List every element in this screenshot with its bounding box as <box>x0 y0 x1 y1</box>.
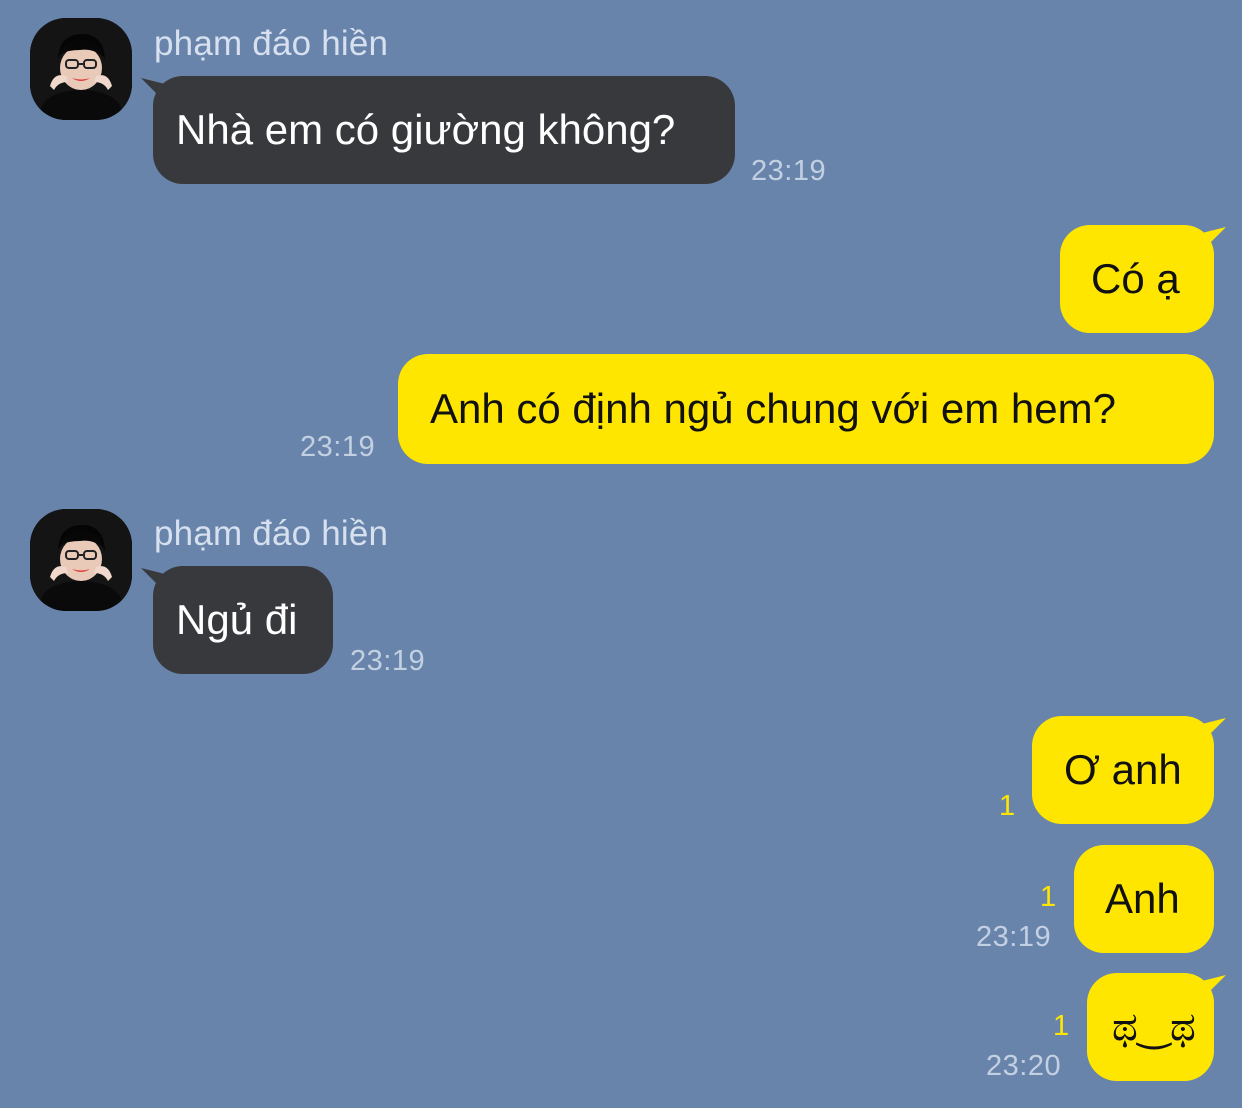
bubble-tail-icon <box>1202 718 1226 742</box>
message-text: ಥ‿ಥ <box>1112 1004 1196 1050</box>
unread-count: 1 <box>1040 881 1057 913</box>
bubble-tail-icon <box>141 568 165 592</box>
unread-count: 1 <box>1053 1010 1070 1042</box>
outgoing-message-bubble[interactable]: Anh có định ngủ chung với em hem? <box>398 354 1214 464</box>
bubble-tail-icon <box>1202 975 1226 999</box>
avatar-photo-icon <box>30 18 132 120</box>
message-timestamp: 23:19 <box>300 431 376 463</box>
outgoing-message-bubble[interactable]: Anh <box>1074 845 1214 953</box>
bubble-tail-icon <box>1202 227 1226 251</box>
message-text: Nhà em có giường không? <box>176 106 676 153</box>
message-text: Anh có định ngủ chung với em hem? <box>430 385 1116 432</box>
message-text: Ngủ đi <box>176 596 298 643</box>
avatar[interactable] <box>30 18 132 120</box>
sender-name: phạm đáo hiền <box>154 514 389 553</box>
message-timestamp: 23:20 <box>986 1050 1062 1082</box>
bubble-tail-icon <box>141 78 165 102</box>
outgoing-message-bubble[interactable]: Có ạ <box>1060 225 1226 333</box>
avatar-photo-icon <box>30 509 132 611</box>
unread-count: 1 <box>999 790 1016 822</box>
incoming-message-bubble[interactable]: Nhà em có giường không? <box>141 76 735 184</box>
message-text: Có ạ <box>1091 255 1180 302</box>
message-text: Anh <box>1105 875 1180 922</box>
message-timestamp: 23:19 <box>976 921 1052 953</box>
outgoing-message-bubble[interactable]: Ơ anh <box>1032 716 1226 824</box>
outgoing-message-bubble[interactable]: ಥ‿ಥ <box>1087 973 1226 1081</box>
incoming-message-bubble[interactable]: Ngủ đi <box>141 566 333 674</box>
sender-name: phạm đáo hiền <box>154 24 389 63</box>
message-text: Ơ anh <box>1064 746 1182 793</box>
avatar[interactable] <box>30 509 132 611</box>
message-timestamp: 23:19 <box>350 645 426 677</box>
message-timestamp: 23:19 <box>751 155 827 187</box>
